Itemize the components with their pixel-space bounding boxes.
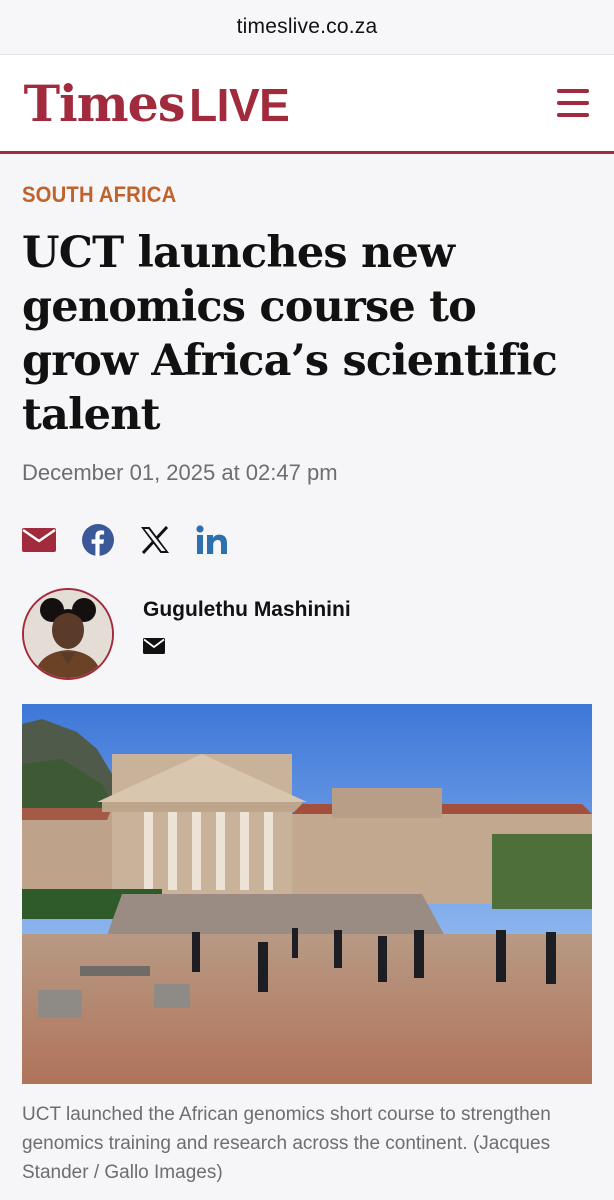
logo-live-text: LIVE bbox=[189, 78, 290, 131]
email-share-icon[interactable] bbox=[22, 528, 56, 552]
article-headline: UCT launches new genomics course to grow… bbox=[22, 228, 558, 440]
author-block: Gugulethu Mashinini bbox=[22, 588, 592, 680]
article-hero-image bbox=[22, 704, 592, 1084]
publish-date: December 01, 2025 at 02:47 pm bbox=[22, 460, 338, 485]
facebook-share-icon[interactable] bbox=[82, 524, 114, 556]
author-name[interactable]: Gugulethu Mashinini bbox=[143, 598, 351, 622]
author-avatar[interactable] bbox=[22, 588, 114, 680]
x-share-icon[interactable] bbox=[140, 526, 170, 554]
logo-times-text: Times bbox=[23, 73, 186, 133]
image-caption: UCT launched the African genomics short … bbox=[22, 1104, 551, 1183]
hamburger-menu-icon[interactable] bbox=[557, 89, 589, 117]
site-header: Times LIVE bbox=[0, 55, 614, 154]
author-email-icon[interactable] bbox=[143, 638, 165, 659]
linkedin-share-icon[interactable] bbox=[196, 525, 228, 555]
share-bar bbox=[22, 522, 592, 558]
timeslive-logo[interactable]: Times LIVE bbox=[22, 73, 290, 133]
url-text: timeslive.co.za bbox=[236, 15, 378, 38]
browser-address-bar[interactable]: timeslive.co.za bbox=[0, 0, 614, 55]
section-label[interactable]: SOUTH AFRICA bbox=[22, 182, 546, 208]
article-content: SOUTH AFRICA UCT launches new genomics c… bbox=[0, 182, 614, 1187]
